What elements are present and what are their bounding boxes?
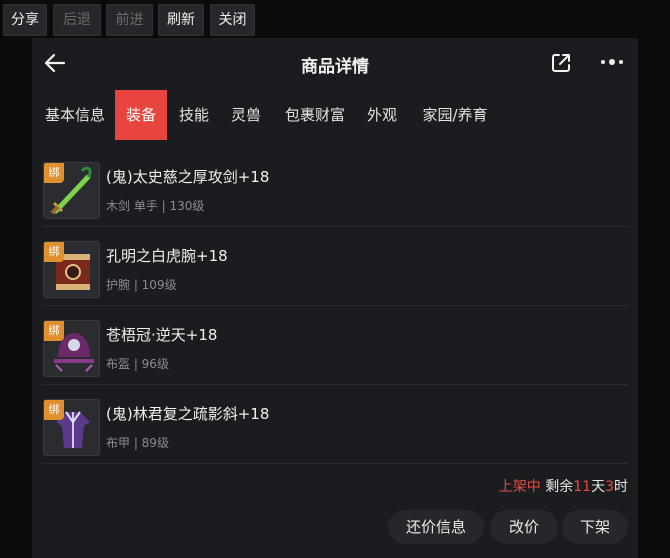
back-button[interactable]: 后退 <box>53 4 101 36</box>
list-item[interactable]: 绑 苍梧冠·逆天+18 布盔 | 96级 <box>32 306 638 385</box>
forward-button[interactable]: 前进 <box>106 4 153 36</box>
header: 商品详情 <box>32 38 638 90</box>
remaining-days: 11 <box>573 479 592 495</box>
tab-spirit-beasts[interactable]: 灵兽 <box>225 90 267 140</box>
external-share-icon[interactable] <box>550 52 572 74</box>
browser-toolbar: 分享 后退 前进 刷新 关闭 <box>0 0 670 38</box>
remaining-label: 剩余 <box>545 479 574 495</box>
item-meta: 木剑 单手 | 130级 <box>106 199 205 213</box>
item-name: 苍梧冠·逆天+18 <box>106 326 218 344</box>
item-meta: 护腕 | 109级 <box>106 278 177 292</box>
divider <box>42 463 628 464</box>
listing-status: 上架中 剩余11天3时 <box>499 476 628 496</box>
hour-unit: 时 <box>614 479 628 495</box>
item-name: (鬼)林君复之疏影斜+18 <box>106 405 270 423</box>
more-dots-icon[interactable] <box>600 56 626 68</box>
bound-badge: 绑 <box>44 321 64 341</box>
tab-basic-info[interactable]: 基本信息 <box>38 90 112 140</box>
item-meta: 布甲 | 89级 <box>106 436 169 450</box>
product-detail-panel: 商品详情 基本信息 装备 技能 灵兽 包裹财富 外观 家园/养育 绑 (鬼)太史… <box>32 38 638 558</box>
remaining-hours: 3 <box>605 479 614 495</box>
item-thumbnail: 绑 <box>43 162 100 219</box>
edit-price-button[interactable]: 改价 <box>490 510 558 544</box>
tab-bar: 基本信息 装备 技能 灵兽 包裹财富 外观 家园/养育 <box>32 90 638 140</box>
bound-badge: 绑 <box>44 242 64 262</box>
bound-badge: 绑 <box>44 163 64 183</box>
day-unit: 天 <box>591 479 606 495</box>
tab-inventory-wealth[interactable]: 包裹财富 <box>280 90 350 140</box>
item-name: 孔明之白虎腕+18 <box>106 247 228 265</box>
item-name: (鬼)太史慈之厚攻剑+18 <box>106 168 270 186</box>
share-button[interactable]: 分享 <box>3 4 47 36</box>
item-thumbnail: 绑 <box>43 241 100 298</box>
item-meta: 布盔 | 96级 <box>106 357 169 371</box>
listed-status-label: 上架中 <box>498 479 541 495</box>
tab-appearance[interactable]: 外观 <box>362 90 402 140</box>
tab-skills[interactable]: 技能 <box>173 90 215 140</box>
unlist-button[interactable]: 下架 <box>562 510 628 544</box>
page-title: 商品详情 <box>301 57 369 77</box>
list-item[interactable]: 绑 孔明之白虎腕+18 护腕 | 109级 <box>32 227 638 306</box>
tab-equipment[interactable]: 装备 <box>115 90 167 140</box>
list-item[interactable]: 绑 (鬼)林君复之疏影斜+18 布甲 | 89级 <box>32 385 638 464</box>
refresh-button[interactable]: 刷新 <box>158 4 204 36</box>
counter-offer-button[interactable]: 还价信息 <box>388 510 484 544</box>
bound-badge: 绑 <box>44 400 64 420</box>
item-thumbnail: 绑 <box>43 399 100 456</box>
close-button[interactable]: 关闭 <box>210 4 255 36</box>
list-item[interactable]: 绑 (鬼)太史慈之厚攻剑+18 木剑 单手 | 130级 <box>32 148 638 227</box>
item-thumbnail: 绑 <box>43 320 100 377</box>
tab-home-nurture[interactable]: 家园/养育 <box>415 90 495 140</box>
